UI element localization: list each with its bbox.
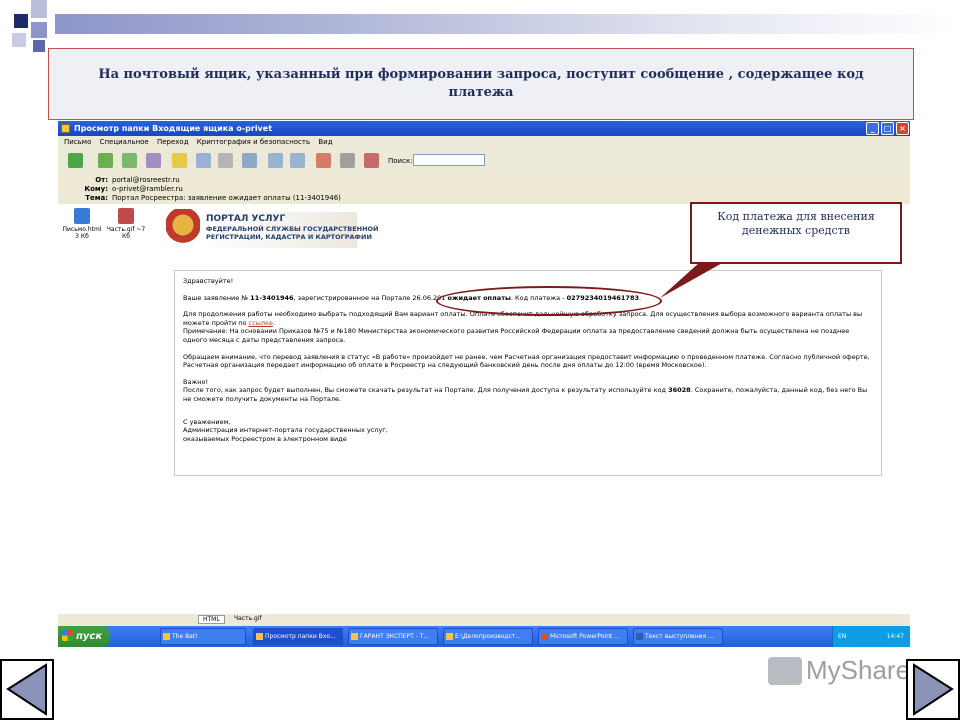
callout-box: Код платежа для внесения денежных средст…	[690, 202, 902, 264]
prev-slide-button[interactable]	[0, 659, 54, 720]
arrow-right-icon	[913, 663, 954, 716]
callout-pointer	[660, 262, 724, 298]
arrow-left-icon	[6, 663, 47, 716]
next-slide-button[interactable]	[906, 659, 960, 720]
myshared-logo-icon	[768, 657, 802, 685]
